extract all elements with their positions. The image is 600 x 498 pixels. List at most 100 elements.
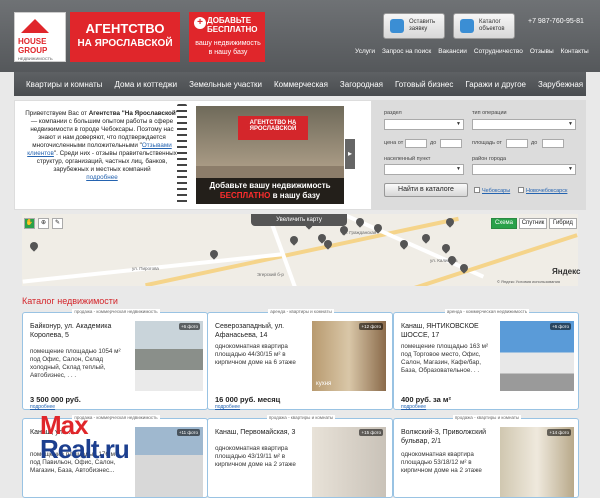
photo-count-badge: +12 фото [359,323,383,330]
notebook-spiral [177,104,187,204]
card-photo[interactable]: +14 фото [500,427,574,497]
card-address[interactable]: Байконур, ул. Академика Королева, 5 [30,322,128,340]
office-sign: АГЕНТСТВО НА ЯРОСЛАВСКОЙ [238,116,308,140]
checkbox-cheboksary[interactable]: Чебоксары [474,187,510,194]
catalog-button[interactable]: Каталог объектов [453,13,515,39]
card-photo[interactable]: +6 фото [135,321,203,391]
city-label: населенный пункт [384,156,431,162]
card-address[interactable]: Канаш, ЯНТИКОВСКОЕ ШОССЕ, 17 [401,322,499,340]
card-more-link[interactable]: подробнее [401,404,426,410]
add-free-banner[interactable]: + ДОБАВЬТЕ БЕСПЛАТНО вашу недвижимость в… [189,12,265,62]
catalog-card[interactable]: аренда - квартиры и комнаты Северозападн… [207,309,393,410]
price-from-input[interactable] [405,139,427,148]
card-more-link[interactable]: подробнее [215,404,240,410]
catalog-card[interactable]: аренда - коммерческая недвижимость Канаш… [393,309,579,410]
welcome-text: Приветствуем Вас от Агентства "На Яросла… [22,110,182,182]
menu-houses[interactable]: Дома и коттеджи [114,80,177,89]
price-from-label: цена от [384,140,404,146]
menu-land[interactable]: Земельные участки [189,80,262,89]
maxrealt-watermark: Max Realt.ru [40,412,130,462]
card-description: однокомнатная квартира площадью 53/18/12… [401,451,482,474]
catalog-card[interactable]: продажа - коммерческая недвижимость Байк… [22,309,208,410]
photo-count-badge: +14 фото [547,429,571,436]
nav-cooperation[interactable]: Сотрудничество [474,48,523,55]
photo-count-badge: +11 фото [176,429,200,436]
leave-application-label: Оставить заявку [409,19,436,32]
card-photo[interactable]: +12 фото кухня [312,321,386,391]
menu-apartments[interactable]: Квартиры и комнаты [26,80,102,89]
menu-commercial[interactable]: Коммерческая [274,80,328,89]
region-select[interactable] [384,119,464,130]
card-description: помещение площадью 1054 м² под Офис, Сал… [30,348,121,379]
area-from-input[interactable] [506,139,528,148]
area-from-label: площадь от [472,140,502,146]
nav-services[interactable]: Услуги [355,48,375,55]
hand-tool-icon[interactable]: ✋ [24,218,35,229]
area-to-input[interactable] [542,139,564,148]
operation-type-label: тип операции [472,110,507,116]
card-description: помещение площадью 163 м² под Торговое м… [401,343,489,374]
logo-line2: GROUP [18,46,48,55]
top-nav: Услуги Запрос на поиск Вакансии Сотрудничес… [355,48,596,55]
card-photo[interactable]: +15 фото [312,427,386,497]
catalog-label: Каталог объектов [479,19,505,32]
card-category: продажа - коммерческая недвижимость [72,309,160,314]
nav-reviews[interactable]: Отзывы [530,48,554,55]
photo-count-badge: +6 фото [178,323,200,330]
catalog-card[interactable]: продажа - квартиры и комнаты Канаш, Перв… [207,415,393,498]
menu-garages[interactable]: Гаражи и другое [465,80,526,89]
menu-business[interactable]: Готовый бизнес [395,80,453,89]
map-hybrid-button[interactable]: Гибрид [549,218,577,229]
ruler-tool-icon[interactable]: ✎ [52,218,63,229]
welcome-more-link[interactable]: подробнее [86,174,118,181]
card-photo[interactable]: +11 фото [135,427,203,497]
house-icon [21,19,49,33]
zoom-tool-icon[interactable]: ⊕ [38,218,49,229]
city-select[interactable] [384,164,464,175]
card-address[interactable]: Канаш, Первомайская, 3 [215,428,313,437]
phone-number: +7 987-760-95-81 [528,18,584,25]
nav-contacts[interactable]: Контакты [561,48,589,55]
house-group-logo[interactable]: HOUSE GROUP НЕДВИЖИМОСТЬ [14,12,66,62]
area-to-label: до [531,140,538,146]
card-price: 400 руб. за м² [401,395,451,404]
map-satellite-button[interactable]: Спутник [519,218,547,229]
card-category: продажа - квартиры и комнаты [452,415,522,420]
map-copyright[interactable]: © Яндекс Условия использования [497,279,560,284]
operation-type-select[interactable] [472,119,576,130]
menu-suburban[interactable]: Загородная [340,80,383,89]
price-to-input[interactable] [440,139,462,148]
photo-banner-line1: Добавьте вашу недвижимость [209,181,331,190]
card-category: аренда - квартиры и комнаты [268,309,334,314]
collapse-arrow-icon[interactable]: ▸ [345,139,355,169]
checkbox-novocheboksarsk-label: Новочебоксарск [526,188,568,194]
photo-banner: Добавьте вашу недвижимость БЕСПЛАТНО в н… [196,178,344,204]
find-in-catalog-button[interactable]: Найти в каталоге [384,183,468,197]
yandex-logo[interactable]: Яндекс [552,267,580,276]
nav-vacancies[interactable]: Вакансии [438,48,467,55]
agency-line1: АГЕНТСТВО [85,21,165,36]
leave-application-button[interactable]: Оставить заявку [383,13,445,39]
logo-line1: HOUSE [18,37,47,46]
checkbox-cheboksary-label: Чебоксары [482,188,511,194]
map-scheme-button[interactable]: Схема [491,218,517,229]
map-pin-icon[interactable] [288,234,300,246]
logo-line3: НЕДВИЖИМОСТЬ [18,56,53,61]
agency-banner[interactable]: АГЕНТСТВО НА ЯРОСЛАВСКОЙ [70,12,180,62]
checkbox-novocheboksarsk[interactable]: Новочебоксарск [518,187,567,194]
nav-search-request[interactable]: Запрос на поиск [382,48,431,55]
menu-foreign[interactable]: Зарубежная [538,80,583,89]
map-road [145,216,459,286]
catalog-card[interactable]: продажа - квартиры и комнаты Волжский-3,… [393,415,579,498]
office-photo[interactable]: АГЕНТСТВО НА ЯРОСЛАВСКОЙ Добавьте вашу н… [196,106,344,204]
card-address[interactable]: Волжский-3, Приволжский бульвар, 2/1 [401,428,499,446]
district-select[interactable] [472,164,576,175]
map-pin-icon[interactable] [28,240,40,252]
map-pin-icon[interactable] [420,232,432,244]
catalog-title: Каталог недвижимости [22,296,118,306]
card-address[interactable]: Северозападный, ул. Афанасьева, 14 [215,322,313,340]
card-category: продажа - квартиры и комнаты [266,415,336,420]
map-pin-icon[interactable] [440,242,452,254]
card-photo[interactable]: +6 фото [500,321,574,391]
enlarge-map-button[interactable]: Увеличить карту [251,214,347,226]
